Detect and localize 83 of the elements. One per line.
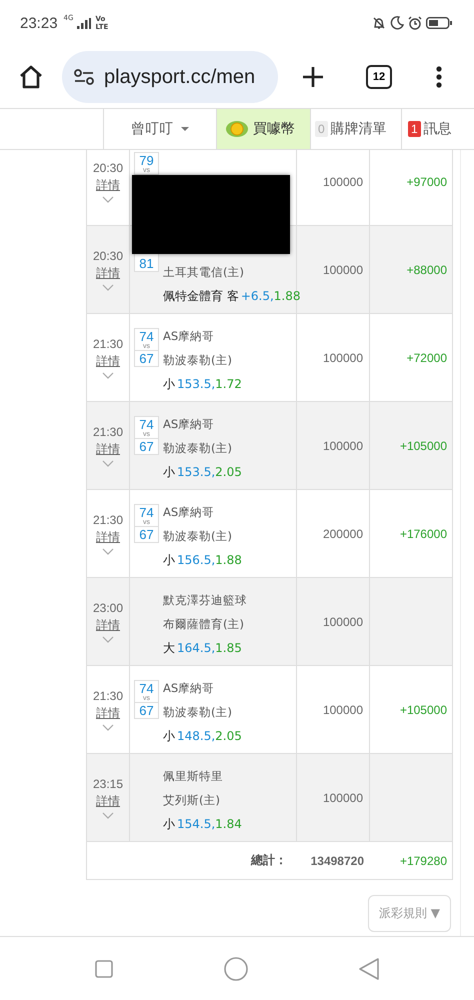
stake-amount: 100000 bbox=[322, 702, 363, 716]
bet-pick: 小 153.5,2.05 bbox=[163, 464, 242, 481]
recents-icon[interactable] bbox=[95, 960, 114, 978]
winnings-amount: +72000 bbox=[406, 350, 447, 364]
chevron-down-icon[interactable] bbox=[102, 724, 114, 730]
coin-icon bbox=[225, 120, 249, 138]
stake-amount: 100000 bbox=[322, 614, 363, 628]
details-link[interactable]: 詳情 bbox=[96, 440, 120, 458]
team-name: 勒波泰勒(主) bbox=[163, 704, 233, 721]
stake-amount: 100000 bbox=[322, 790, 363, 804]
moon-icon bbox=[390, 16, 404, 30]
site-settings-icon[interactable] bbox=[74, 69, 94, 85]
total-stake: 13498720 bbox=[310, 854, 364, 868]
chevron-down-icon[interactable] bbox=[102, 548, 114, 554]
bet-pick: 小 156.5,1.88 bbox=[163, 552, 242, 569]
match-time: 21:30 bbox=[92, 512, 124, 526]
bet-pick: 小 154.5,1.84 bbox=[163, 816, 242, 833]
details-link[interactable]: 詳情 bbox=[96, 616, 120, 634]
stake-amount: 100000 bbox=[322, 174, 363, 188]
team-name: 布爾薩體育(主) bbox=[163, 616, 245, 633]
new-tab-icon[interactable] bbox=[302, 66, 324, 88]
team-name: 土耳其電信(主) bbox=[163, 264, 245, 281]
match-time: 20:30 bbox=[92, 248, 124, 262]
bell-off-icon bbox=[372, 16, 386, 30]
winnings-amount: +105000 bbox=[400, 702, 447, 716]
match-time: 20:30 bbox=[92, 160, 124, 174]
back-icon[interactable] bbox=[358, 958, 379, 980]
chevron-down-icon[interactable] bbox=[102, 812, 114, 818]
chevron-down-icon[interactable] bbox=[102, 460, 114, 466]
winnings-amount: +97000 bbox=[406, 174, 447, 188]
alarm-icon bbox=[408, 16, 422, 30]
winnings-amount: +88000 bbox=[406, 262, 447, 276]
bet-pick: 佩特金體育 客 +6.5,1.88 bbox=[163, 288, 300, 305]
cart-link[interactable]: 0 購牌清單 bbox=[311, 109, 402, 149]
count-badge: 0 bbox=[315, 121, 328, 137]
home-icon[interactable] bbox=[18, 64, 44, 90]
details-link[interactable]: 詳情 bbox=[96, 264, 120, 282]
match-time: 21:30 bbox=[92, 424, 124, 438]
signal-icon bbox=[77, 18, 92, 28]
team-name: 默克澤芬迪籃球 bbox=[163, 592, 247, 609]
bet-pick: 小 148.5,2.05 bbox=[163, 728, 242, 745]
messages-link[interactable]: 1 訊息 bbox=[402, 109, 458, 149]
stake-amount: 100000 bbox=[322, 262, 363, 276]
team-name: AS摩納哥 bbox=[163, 680, 216, 697]
stake-amount: 100000 bbox=[322, 438, 363, 452]
stake-amount: 200000 bbox=[322, 526, 363, 540]
team-name: 勒波泰勒(主) bbox=[163, 528, 233, 545]
details-link[interactable]: 詳情 bbox=[96, 792, 120, 810]
tab-count-button[interactable]: 12 bbox=[366, 65, 392, 89]
buy-coins-button[interactable]: 買噱幣 bbox=[217, 109, 311, 149]
winnings-amount: +176000 bbox=[400, 526, 447, 540]
chevron-down-icon[interactable] bbox=[102, 372, 114, 378]
details-link[interactable]: 詳情 bbox=[96, 704, 120, 722]
details-link[interactable]: 詳情 bbox=[96, 176, 120, 194]
team-name: 艾列斯(主) bbox=[163, 792, 221, 809]
bet-pick: 大 164.5,1.85 bbox=[163, 640, 243, 657]
team-name: 佩里斯特里 bbox=[163, 768, 224, 785]
team-name: AS摩納哥 bbox=[163, 504, 216, 521]
caret-icon bbox=[181, 127, 189, 131]
chevron-down-icon[interactable] bbox=[102, 636, 114, 642]
match-time: 21:30 bbox=[92, 336, 124, 350]
address-bar[interactable]: playsport.cc/men bbox=[62, 51, 278, 103]
team-name: AS摩納哥 bbox=[163, 328, 216, 345]
chevron-down-icon[interactable] bbox=[102, 196, 114, 202]
match-time: 23:15 bbox=[92, 776, 124, 790]
team-name: 勒波泰勒(主) bbox=[163, 352, 233, 369]
match-time: 23:00 bbox=[92, 600, 124, 614]
battery-icon bbox=[426, 17, 452, 29]
team-name: 勒波泰勒(主) bbox=[163, 440, 233, 457]
team-name: AS摩納哥 bbox=[163, 416, 216, 433]
status-time: 23:23 bbox=[20, 14, 58, 32]
home-circle-icon[interactable] bbox=[224, 956, 248, 980]
bet-pick: 小 153.5,1.72 bbox=[163, 376, 242, 393]
total-label: 總計： bbox=[251, 852, 287, 869]
count-badge: 1 bbox=[408, 121, 421, 137]
stake-amount: 100000 bbox=[322, 350, 363, 364]
match-time: 21:30 bbox=[92, 688, 124, 702]
menu-icon[interactable] bbox=[436, 66, 442, 88]
winnings-amount: +105000 bbox=[400, 438, 447, 452]
chevron-down-icon[interactable] bbox=[102, 284, 114, 290]
details-link[interactable]: 詳情 bbox=[96, 352, 120, 370]
total-winnings: +179280 bbox=[400, 854, 447, 868]
details-link[interactable]: 詳情 bbox=[96, 528, 120, 546]
